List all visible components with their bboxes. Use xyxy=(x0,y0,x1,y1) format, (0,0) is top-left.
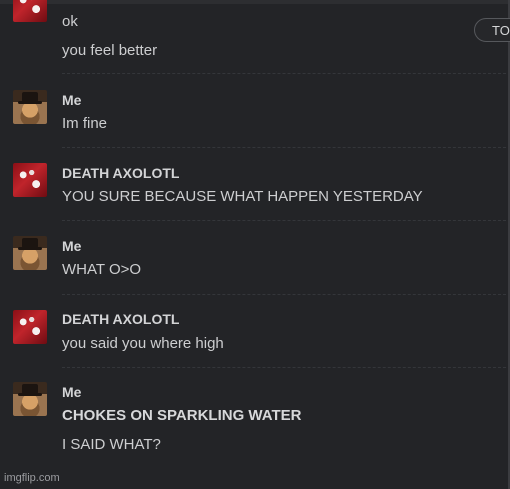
author-name[interactable]: Me xyxy=(62,92,81,108)
author-name[interactable]: Me xyxy=(62,238,81,254)
message-line: CHOKES ON SPARKLING WATER xyxy=(62,407,302,424)
divider xyxy=(62,73,506,74)
divider xyxy=(62,367,506,368)
author-name[interactable]: Me xyxy=(62,384,81,400)
author-name[interactable]: DEATH AXOLOTL xyxy=(62,165,179,181)
me-avatar[interactable] xyxy=(13,236,47,270)
divider xyxy=(62,294,506,295)
message-line: Im fine xyxy=(62,115,108,132)
message-line: I SAID WHAT? xyxy=(62,436,161,453)
author-name[interactable]: DEATH AXOLOTL xyxy=(62,311,179,327)
top-edge xyxy=(0,0,510,4)
message-line: you feel better xyxy=(62,42,158,59)
top-button[interactable]: TO xyxy=(474,18,510,42)
message-line: YOU SURE BECAUSE WHAT HAPPEN YESTERDAY xyxy=(62,188,423,205)
message-line: ok xyxy=(62,13,78,30)
divider xyxy=(62,220,506,221)
me-avatar[interactable] xyxy=(13,382,47,416)
me-avatar[interactable] xyxy=(13,90,47,124)
death-axolotl-avatar[interactable] xyxy=(13,0,47,22)
message-line: WHAT O>O xyxy=(62,261,142,278)
divider xyxy=(62,147,506,148)
imgflip-watermark: imgflip.com xyxy=(4,472,60,484)
death-axolotl-avatar[interactable] xyxy=(13,310,47,344)
message-line: you said you where high xyxy=(62,335,224,352)
death-axolotl-avatar[interactable] xyxy=(13,163,47,197)
